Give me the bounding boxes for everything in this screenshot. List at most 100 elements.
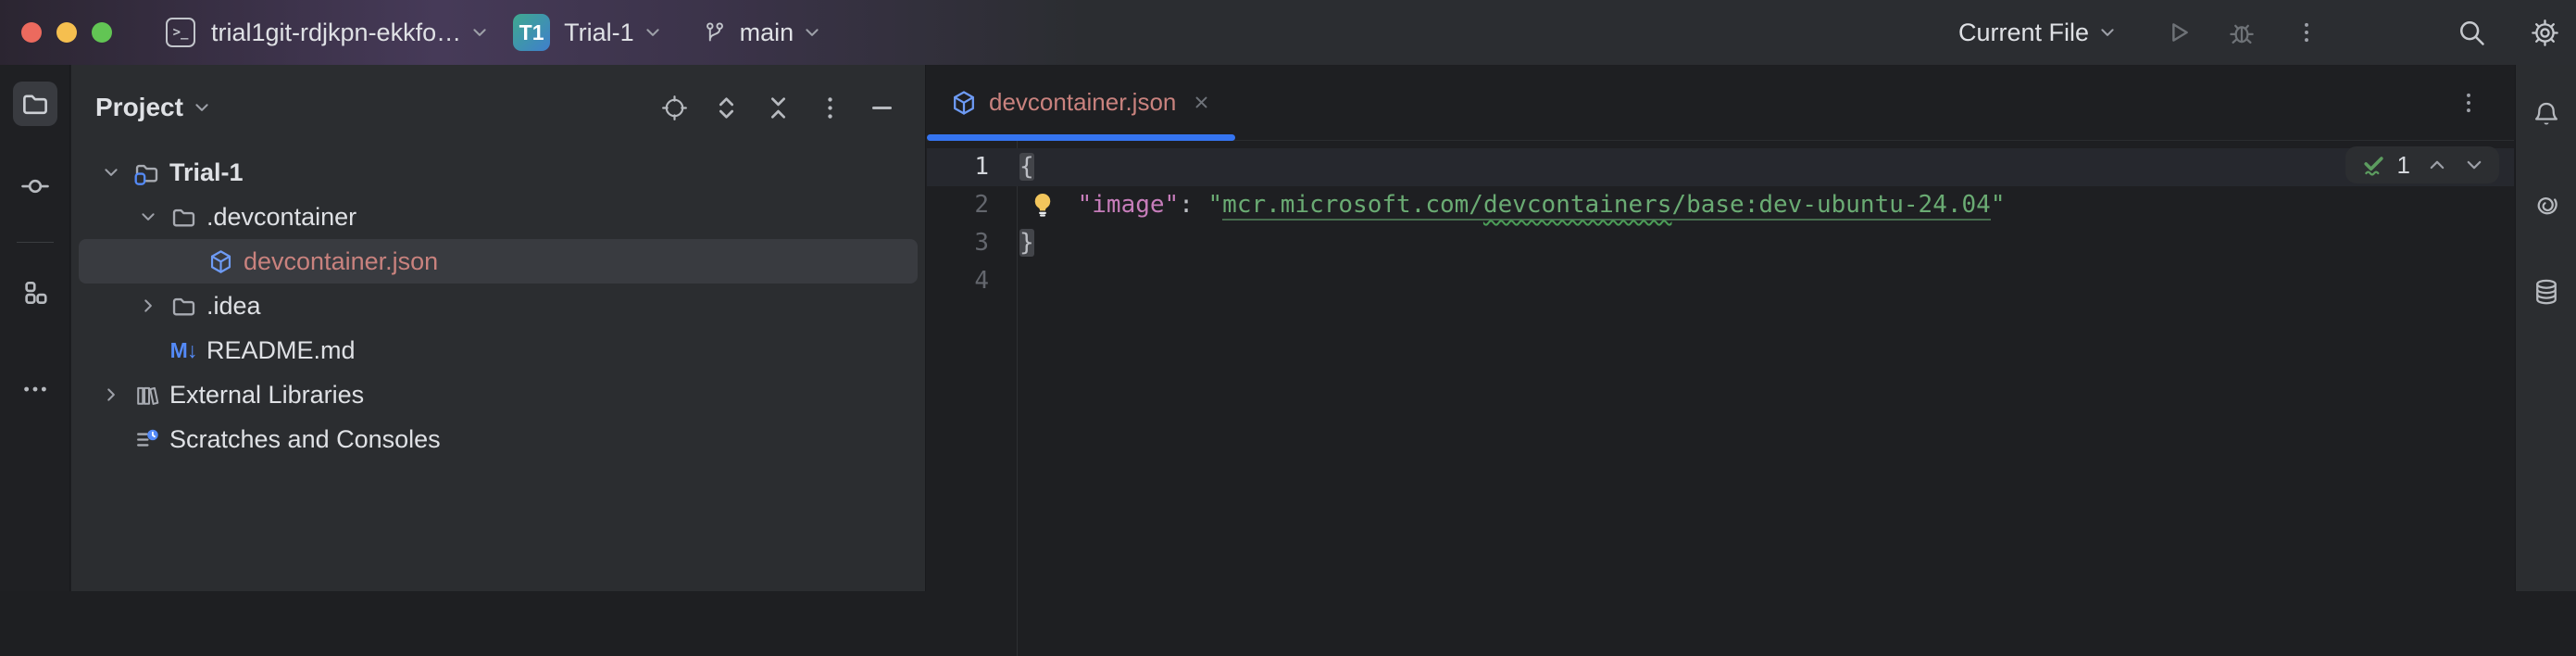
run-configuration-selector[interactable]: Current File xyxy=(1958,19,2089,47)
code-token: "image" xyxy=(1078,191,1180,219)
title-bar: >_ trial1git-rdjkpn-ekkfo… T1 Trial-1 ma… xyxy=(0,0,2576,65)
debug-button[interactable] xyxy=(2228,19,2256,46)
folder-icon xyxy=(167,205,200,230)
tree-item-trial-1[interactable]: Trial-1 xyxy=(79,150,918,195)
notifications-tool-button[interactable] xyxy=(2524,92,2569,136)
close-window-button[interactable] xyxy=(21,22,42,43)
panel-title[interactable]: Project xyxy=(95,93,183,122)
chevron-down-icon[interactable] xyxy=(803,23,821,42)
project-panel-header: Project xyxy=(71,65,925,150)
database-icon xyxy=(2532,278,2560,306)
cube-icon xyxy=(204,249,237,274)
expand-all-button[interactable] xyxy=(713,95,740,121)
kebab-button[interactable] xyxy=(817,95,844,121)
project-switcher[interactable]: trial1git-rdjkpn-ekkfo… xyxy=(211,19,461,47)
code-token: } xyxy=(1019,229,1034,257)
chevron-down-icon[interactable] xyxy=(130,208,167,226)
scratches-icon xyxy=(130,427,163,452)
left-toolwindow-bar xyxy=(0,65,70,591)
locate-button[interactable] xyxy=(661,95,688,121)
tab-options-button[interactable] xyxy=(2457,91,2481,115)
commit-tool-button[interactable] xyxy=(13,164,57,208)
code-token: devcontainers xyxy=(1483,191,1672,221)
line-number[interactable]: 1 xyxy=(927,148,1017,186)
tree-item-label: devcontainer.json xyxy=(244,247,438,276)
code-line-4[interactable]: 4 xyxy=(927,262,2514,300)
panel-header-actions xyxy=(661,95,895,121)
git-branch-icon[interactable] xyxy=(703,20,727,44)
tree-item--idea[interactable]: .idea xyxy=(79,284,918,328)
workspace-badge[interactable]: T1 xyxy=(513,14,550,51)
chevron-down-icon[interactable] xyxy=(2098,23,2117,42)
structure-tool-button[interactable] xyxy=(13,271,57,315)
line-number[interactable]: 3 xyxy=(927,224,1017,262)
tree-item--devcontainer[interactable]: .devcontainer xyxy=(79,195,918,239)
remote-terminal-icon: >_ xyxy=(166,18,195,47)
minus-button[interactable] xyxy=(869,95,895,121)
markdown-icon: M↓ xyxy=(167,338,200,363)
tree-item-external-libraries[interactable]: External Libraries xyxy=(79,372,918,417)
inspection-widget[interactable]: 1 xyxy=(2345,146,2499,183)
active-tab-indicator xyxy=(927,134,1235,141)
next-problem-button[interactable] xyxy=(2464,155,2484,175)
code-text: { xyxy=(1017,148,1034,186)
window-controls xyxy=(21,22,112,43)
collapse-all-button[interactable] xyxy=(765,95,792,121)
run-button[interactable] xyxy=(2165,19,2193,46)
editor-tab-devcontainer-json[interactable]: devcontainer.json xyxy=(927,65,1235,140)
folder-icon xyxy=(167,294,200,319)
code-token: mcr.microsoft.com/ xyxy=(1222,191,1483,221)
zoom-window-button[interactable] xyxy=(92,22,112,43)
inspections-check-icon xyxy=(2360,151,2388,179)
tree-item-scratches-and-consoles[interactable]: Scratches and Consoles xyxy=(79,417,918,461)
bell-icon xyxy=(2532,100,2560,128)
code-line-2[interactable]: 2 "image": "mcr.microsoft.com/devcontain… xyxy=(927,186,2514,224)
chevron-right-icon[interactable] xyxy=(93,385,130,404)
ai-icon xyxy=(2532,190,2560,218)
project-folder-icon xyxy=(130,160,163,185)
ai-assistant-tool-button[interactable] xyxy=(2524,182,2569,226)
commit-icon xyxy=(21,172,49,200)
code-line-1[interactable]: 1{ xyxy=(927,148,2514,186)
intention-lightbulb-icon[interactable] xyxy=(1029,191,1057,219)
code-token: " xyxy=(1991,191,2006,219)
more-h-icon xyxy=(21,375,49,403)
problem-count: 1 xyxy=(2397,151,2410,180)
code-text: } xyxy=(1017,224,1034,262)
code-token: /base:dev-ubuntu-24.04 xyxy=(1671,191,1990,221)
previous-problem-button[interactable] xyxy=(2427,155,2447,175)
structure-icon xyxy=(21,279,49,307)
search-everywhere-button[interactable] xyxy=(2457,19,2486,47)
tree-item-readme-md[interactable]: M↓README.md xyxy=(79,328,918,372)
settings-button[interactable] xyxy=(2531,19,2559,47)
tree-item-label: README.md xyxy=(206,336,356,365)
tree-item-label: Trial-1 xyxy=(169,158,244,187)
minimize-window-button[interactable] xyxy=(56,22,77,43)
tab-label: devcontainer.json xyxy=(989,88,1176,117)
close-tab-icon[interactable] xyxy=(1192,93,1211,112)
tree-item-label: .idea xyxy=(206,292,261,321)
code-text xyxy=(1017,262,1019,300)
tree-item-devcontainer-json[interactable]: devcontainer.json xyxy=(79,239,918,284)
project-tree: Trial-1 .devcontainer devcontainer.json .id… xyxy=(71,150,925,461)
chevron-down-icon[interactable] xyxy=(470,23,489,42)
more-actions-button[interactable] xyxy=(2295,20,2319,44)
tree-item-label: External Libraries xyxy=(169,381,364,410)
database-tool-button[interactable] xyxy=(2524,270,2569,314)
editor-area: devcontainer.json 1{2 "image": "mcr.micr… xyxy=(927,65,2514,591)
chevron-down-icon[interactable] xyxy=(193,98,211,117)
code-line-3[interactable]: 3} xyxy=(927,224,2514,262)
workspace-name[interactable]: Trial-1 xyxy=(564,19,634,47)
chevron-right-icon[interactable] xyxy=(130,296,167,315)
code-editor[interactable]: 1{2 "image": "mcr.microsoft.com/devconta… xyxy=(927,141,2514,300)
project-tool-window: Project Trial-1 .devcontainer devcontainer… xyxy=(71,65,926,591)
project-tool-button[interactable] xyxy=(13,82,57,126)
editor-tab-bar: devcontainer.json xyxy=(927,65,2514,141)
vcs-branch-name[interactable]: main xyxy=(740,19,794,47)
tree-item-label: .devcontainer xyxy=(206,203,356,232)
more-tool-windows-tool-button[interactable] xyxy=(13,367,57,411)
line-number[interactable]: 2 xyxy=(927,186,1017,224)
line-number[interactable]: 4 xyxy=(927,262,1017,300)
chevron-down-icon[interactable] xyxy=(93,163,130,182)
chevron-down-icon[interactable] xyxy=(644,23,662,42)
